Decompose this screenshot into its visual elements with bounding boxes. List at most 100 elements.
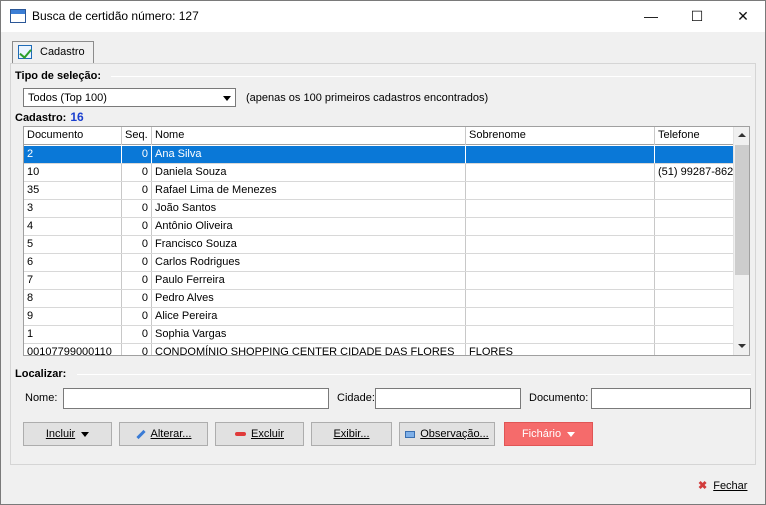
table-cell: 0 <box>122 344 152 355</box>
table-cell: 10 <box>24 164 122 181</box>
table-cell <box>466 200 655 217</box>
table-cell: 0 <box>122 308 152 325</box>
fichario-button[interactable]: Fichário <box>504 422 593 446</box>
table-cell <box>655 344 735 355</box>
vertical-scrollbar[interactable] <box>733 127 749 355</box>
divider <box>77 374 751 375</box>
fechar-button[interactable]: ✖ Fechar <box>698 479 747 492</box>
fechar-label: Fechar <box>713 480 748 492</box>
selection-heading: Tipo de seleção: <box>15 70 101 82</box>
table-cell: 0 <box>122 254 152 271</box>
city-input[interactable] <box>375 388 521 409</box>
column-header-telefone[interactable]: Telefone <box>655 127 735 145</box>
table-cell: CONDOMÍNIO SHOPPING CENTER CIDADE DAS FL… <box>152 344 466 355</box>
table-cell <box>655 290 735 307</box>
table-row[interactable]: 5 0 Francisco Souza <box>24 236 735 254</box>
table-cell <box>655 146 735 163</box>
registry-count: 16 <box>70 110 84 124</box>
selection-value: Todos (Top 100) <box>28 92 107 104</box>
scroll-down-icon[interactable] <box>734 338 749 355</box>
table-cell <box>466 146 655 163</box>
observacao-button[interactable]: Observação... <box>399 422 495 446</box>
table-cell <box>655 182 735 199</box>
table-cell <box>466 164 655 181</box>
excluir-label: Excluir <box>250 428 284 440</box>
form-check-icon <box>18 45 32 59</box>
table-row[interactable]: 8 0 Pedro Alves <box>24 290 735 308</box>
table-cell <box>655 326 735 343</box>
minimize-button[interactable]: — <box>628 1 674 32</box>
table-row[interactable]: 00107799000110 0 CONDOMÍNIO SHOPPING CENTE… <box>24 344 735 355</box>
main-window: Busca de certidão número: 127 — ☐ ✕ Cada… <box>0 0 766 505</box>
table-row[interactable]: 10 0 Daniela Souza (51) 99287-862 <box>24 164 735 182</box>
chevron-down-icon[interactable] <box>219 89 235 106</box>
table-cell: 6 <box>24 254 122 271</box>
table-cell <box>466 218 655 235</box>
table-row[interactable]: 2 0 Ana Silva <box>24 146 735 164</box>
table-row[interactable]: 9 0 Alice Pereira <box>24 308 735 326</box>
table-cell: 0 <box>122 200 152 217</box>
selection-dropdown[interactable]: Todos (Top 100) <box>23 88 236 107</box>
table-cell: Alice Pereira <box>152 308 466 325</box>
table-row[interactable]: 3 0 João Santos <box>24 200 735 218</box>
name-label: Nome: <box>25 392 58 404</box>
table-cell <box>655 308 735 325</box>
table-row[interactable]: 4 0 Antônio Oliveira <box>24 218 735 236</box>
table-cell: Carlos Rodrigues <box>152 254 466 271</box>
title-bar: Busca de certidão número: 127 — ☐ ✕ <box>1 1 765 32</box>
table-row[interactable]: 6 0 Carlos Rodrigues <box>24 254 735 272</box>
table-cell: 2 <box>24 146 122 163</box>
table-cell: 0 <box>122 182 152 199</box>
maximize-button[interactable]: ☐ <box>674 1 720 32</box>
table-cell: 00107799000110 <box>24 344 122 355</box>
table-cell: Paulo Ferreira <box>152 272 466 289</box>
column-header-seq[interactable]: Seq. <box>122 127 152 145</box>
table-cell <box>466 326 655 343</box>
comment-icon <box>405 430 416 438</box>
tab-cadastro[interactable]: Cadastro <box>12 41 94 63</box>
table-row[interactable]: 7 0 Paulo Ferreira <box>24 272 735 290</box>
table-cell <box>655 200 735 217</box>
table-cell: Daniela Souza <box>152 164 466 181</box>
incluir-button[interactable]: Incluir <box>23 422 112 446</box>
locate-heading: Localizar: <box>15 368 67 380</box>
divider <box>111 76 751 77</box>
table-cell: 0 <box>122 290 152 307</box>
alterar-button[interactable]: Alterar... <box>119 422 208 446</box>
close-window-button[interactable]: ✕ <box>720 1 766 32</box>
results-table[interactable]: Documento Seq. Nome Sobrenome Telefone 2… <box>23 126 750 356</box>
table-row[interactable]: 35 0 Rafael Lima de Menezes <box>24 182 735 200</box>
scroll-up-icon[interactable] <box>734 127 749 144</box>
document-input[interactable] <box>591 388 751 409</box>
column-header-documento[interactable]: Documento <box>24 127 122 145</box>
table-cell: 9 <box>24 308 122 325</box>
incluir-label: Incluir <box>45 428 76 440</box>
name-input[interactable] <box>63 388 329 409</box>
excluir-button[interactable]: Excluir <box>215 422 304 446</box>
table-cell: Francisco Souza <box>152 236 466 253</box>
table-cell <box>655 254 735 271</box>
scroll-thumb[interactable] <box>735 145 749 275</box>
column-header-sobrenome[interactable]: Sobrenome <box>466 127 655 145</box>
table-cell <box>655 236 735 253</box>
exibir-button[interactable]: Exibir... <box>311 422 392 446</box>
tab-strip: Cadastro <box>10 39 755 63</box>
close-icon: ✖ <box>698 480 708 492</box>
observacao-label: Observação... <box>420 428 489 440</box>
table-cell: 0 <box>122 326 152 343</box>
registry-label: Cadastro: <box>15 112 67 124</box>
minus-icon <box>234 432 246 437</box>
window-title: Busca de certidão número: 127 <box>32 9 199 23</box>
caret-down-icon <box>567 431 576 437</box>
table-cell: 8 <box>24 290 122 307</box>
caret-down-icon <box>81 431 90 437</box>
table-cell: João Santos <box>152 200 466 217</box>
table-cell: (51) 99287-862 <box>655 164 735 181</box>
table-cell: 0 <box>122 164 152 181</box>
table-cell <box>466 290 655 307</box>
table-cell: 4 <box>24 218 122 235</box>
column-header-nome[interactable]: Nome <box>152 127 466 145</box>
table-cell: 1 <box>24 326 122 343</box>
table-row[interactable]: 1 0 Sophia Vargas <box>24 326 735 344</box>
selection-note: (apenas os 100 primeiros cadastros encon… <box>246 92 489 104</box>
